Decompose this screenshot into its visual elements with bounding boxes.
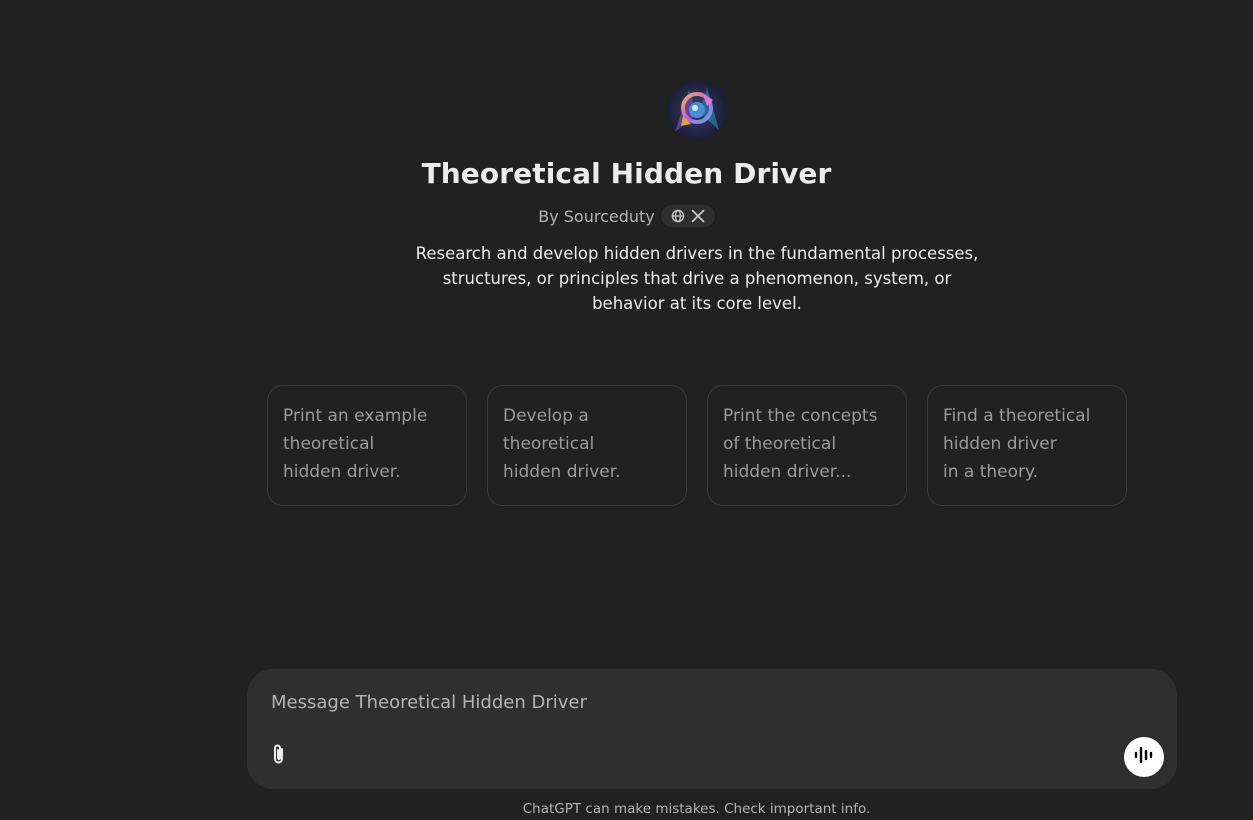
gpt-title: Theoretical Hidden Driver (421, 157, 832, 190)
globe-icon[interactable] (671, 209, 685, 223)
chat-page: Theoretical Hidden Driver By Sourceduty … (0, 0, 1253, 820)
voice-mode-button[interactable] (1124, 737, 1164, 777)
author-links (660, 205, 715, 227)
starter-card[interactable]: Print an example theoretical hidden driv… (267, 385, 467, 506)
starter-card[interactable]: Print the concepts of theoretical hidden… (707, 385, 907, 506)
starter-card[interactable]: Find a theoretical hidden driver in a th… (927, 385, 1127, 506)
disclaimer-text: ChatGPT can make mistakes. Check importa… (522, 801, 871, 817)
paperclip-icon (268, 743, 290, 771)
gpt-byline: By Sourceduty (0, 205, 1253, 227)
author-name: By Sourceduty (538, 206, 655, 226)
message-input[interactable] (269, 687, 1133, 717)
gpt-avatar (667, 80, 727, 140)
voice-waveform-icon (1133, 745, 1155, 769)
conversation-starters: Print an example theoretical hidden driv… (267, 385, 1127, 506)
gpt-description: Research and develop hidden drivers in t… (415, 244, 979, 313)
attach-button[interactable] (265, 743, 293, 771)
message-composer (247, 669, 1177, 789)
x-logo-icon[interactable] (691, 209, 705, 223)
starter-card[interactable]: Develop a theoretical hidden driver. (487, 385, 687, 506)
